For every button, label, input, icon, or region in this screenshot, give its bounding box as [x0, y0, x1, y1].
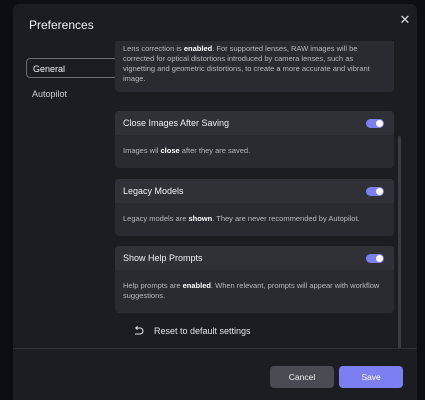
cancel-button[interactable]: Cancel: [270, 366, 334, 388]
reset-label: Reset to default settings: [154, 326, 251, 336]
help-prompts-toggle[interactable]: [366, 253, 384, 263]
help-prompts-header: Show Help Prompts: [115, 246, 394, 270]
close-images-card: Close Images After Saving Images wil clo…: [115, 111, 394, 168]
undo-icon: [134, 326, 144, 335]
legacy-models-card: Legacy Models Legacy models are shown. T…: [115, 179, 394, 236]
legacy-models-title: Legacy Models: [123, 186, 184, 196]
legacy-models-toggle[interactable]: [366, 186, 384, 196]
close-icon[interactable]: ✕: [399, 13, 411, 26]
legacy-models-description: Legacy models are shown. They are never …: [123, 214, 360, 223]
help-prompts-title: Show Help Prompts: [123, 253, 203, 263]
close-images-toggle[interactable]: [366, 118, 384, 128]
dialog-footer: Cancel Save: [13, 348, 417, 400]
sidebar-item-autopilot[interactable]: Autopilot: [26, 84, 118, 104]
save-button[interactable]: Save: [339, 366, 403, 388]
scrollbar[interactable]: [398, 136, 401, 350]
sidebar: General Autopilot: [26, 58, 118, 110]
lens-correction-card: Lens correction is enabled. For supporte…: [115, 41, 394, 92]
legacy-models-header: Legacy Models: [115, 179, 394, 203]
dialog-title: Preferences: [29, 18, 94, 32]
close-images-header: Close Images After Saving: [115, 111, 394, 135]
lens-correction-description: Lens correction is enabled. For supporte…: [123, 44, 370, 83]
reset-to-default-button[interactable]: Reset to default settings: [133, 326, 251, 336]
close-images-title: Close Images After Saving: [123, 118, 230, 128]
help-prompts-card: Show Help Prompts Help prompts are enabl…: [115, 246, 394, 313]
close-images-description: Images wil close after they are saved.: [123, 146, 251, 155]
help-prompts-description: Help prompts are enabled. When relevant,…: [123, 281, 380, 300]
preferences-dialog: Preferences ✕ General Autopilot Lens cor…: [13, 4, 417, 400]
settings-panel: Lens correction is enabled. For supporte…: [115, 41, 409, 349]
sidebar-item-general[interactable]: General: [26, 58, 118, 78]
